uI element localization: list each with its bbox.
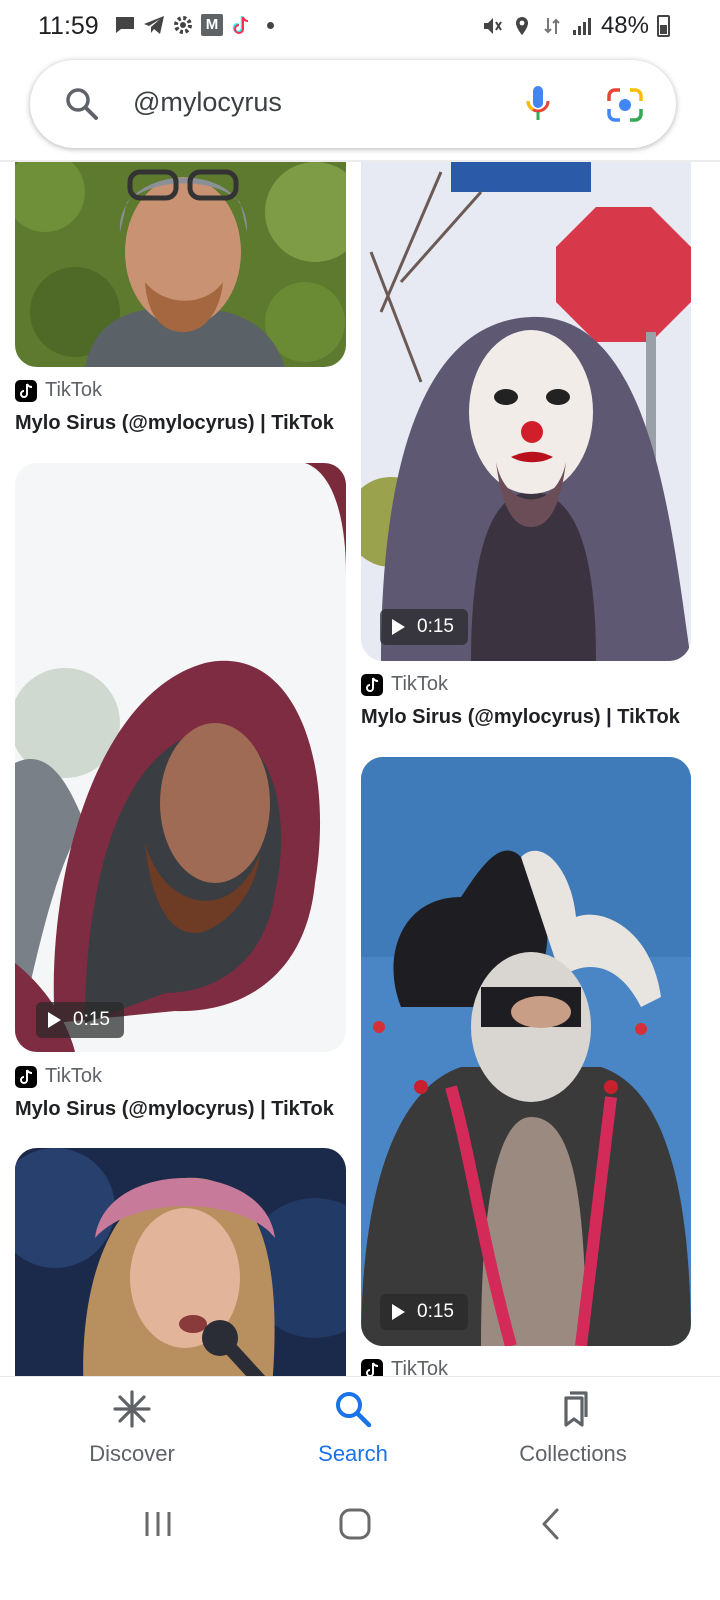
man-beanie-image xyxy=(15,162,346,367)
nav-label-discover: Discover xyxy=(89,1441,175,1466)
result-source[interactable]: TikTok xyxy=(361,1358,448,1376)
dot-icon xyxy=(267,21,274,29)
source-label: TikTok xyxy=(391,673,449,695)
tiktok-icon xyxy=(15,1065,37,1088)
system-status-icons: 48% xyxy=(481,12,670,40)
play-icon xyxy=(48,1012,61,1028)
result-thumbnail-4[interactable]: 0:15 xyxy=(361,162,691,661)
result-source[interactable]: TikTok xyxy=(361,673,448,696)
play-icon xyxy=(392,1304,405,1320)
result-source[interactable]: TikTok xyxy=(15,379,102,402)
status-bar: 11:59 M 48% xyxy=(0,0,720,52)
location-icon xyxy=(515,17,528,35)
bookmarks-icon xyxy=(564,1391,588,1427)
image-results-grid: TikTok Mylo Sirus (@mylocyrus) | TikTok … xyxy=(0,162,720,1376)
mute-icon xyxy=(483,18,502,34)
nav-item-discover[interactable]: Discover xyxy=(32,1389,232,1467)
result-title[interactable]: Mylo Sirus (@mylocyrus) | TikTok xyxy=(15,412,334,435)
result-thumbnail-5[interactable]: 0:15 xyxy=(361,757,691,1346)
settings-icon xyxy=(174,16,192,34)
home-button[interactable] xyxy=(330,1504,380,1544)
video-duration-badge: 0:15 xyxy=(380,1294,468,1330)
tiktok-icon xyxy=(361,673,383,696)
video-duration-badge: 0:15 xyxy=(36,1002,124,1038)
search-icon xyxy=(336,1392,372,1428)
signal-icon xyxy=(572,18,591,35)
singer-microphone-image xyxy=(15,1148,346,1376)
result-title[interactable]: Mylo Sirus (@mylocyrus) | TikTok xyxy=(15,1098,334,1121)
tiktok-icon xyxy=(232,16,249,34)
nav-item-collections[interactable]: Collections xyxy=(473,1389,673,1467)
duration-text: 0:15 xyxy=(73,1009,110,1030)
bottom-navigation: Discover Search Collections xyxy=(0,1377,720,1482)
duration-text: 0:15 xyxy=(417,616,454,637)
battery-percent: 48% xyxy=(600,12,649,39)
tiktok-icon xyxy=(361,1358,383,1376)
asterisk-icon xyxy=(113,1390,151,1428)
back-button[interactable] xyxy=(527,1504,577,1544)
man-red-hood-image xyxy=(15,463,346,1052)
source-label: TikTok xyxy=(45,1065,103,1087)
clown-hood-image xyxy=(361,162,691,661)
message-icon xyxy=(116,17,134,33)
lens-icon[interactable] xyxy=(606,87,644,123)
notification-icons: M xyxy=(114,14,274,36)
source-label: TikTok xyxy=(391,1358,449,1376)
data-icon xyxy=(544,18,560,34)
tiktok-icon xyxy=(15,379,37,402)
gmail-icon: M xyxy=(201,14,223,36)
battery-icon xyxy=(657,15,670,37)
nav-label-search: Search xyxy=(318,1441,388,1466)
result-thumbnail-2[interactable]: 0:15 xyxy=(15,463,346,1052)
nav-item-search[interactable]: Search xyxy=(253,1389,453,1467)
search-input[interactable]: @mylocyrus xyxy=(133,87,282,118)
recents-button[interactable] xyxy=(133,1504,183,1544)
video-duration-badge: 0:15 xyxy=(380,609,468,645)
result-thumbnail-3[interactable] xyxy=(15,1148,346,1376)
result-thumbnail-1[interactable] xyxy=(15,162,346,367)
search-bar[interactable]: @mylocyrus xyxy=(30,60,676,148)
status-time: 11:59 xyxy=(38,12,99,40)
telegram-icon xyxy=(144,16,164,34)
duration-text: 0:15 xyxy=(417,1301,454,1322)
source-label: TikTok xyxy=(45,379,103,401)
mic-icon[interactable] xyxy=(524,84,552,124)
search-icon[interactable] xyxy=(64,86,100,122)
result-title[interactable]: Mylo Sirus (@mylocyrus) | TikTok xyxy=(361,706,680,729)
nav-label-collections: Collections xyxy=(519,1441,627,1466)
system-navigation-bar xyxy=(0,1482,720,1600)
play-icon xyxy=(392,619,405,635)
jester-hat-image xyxy=(361,757,691,1346)
result-source[interactable]: TikTok xyxy=(15,1065,102,1088)
